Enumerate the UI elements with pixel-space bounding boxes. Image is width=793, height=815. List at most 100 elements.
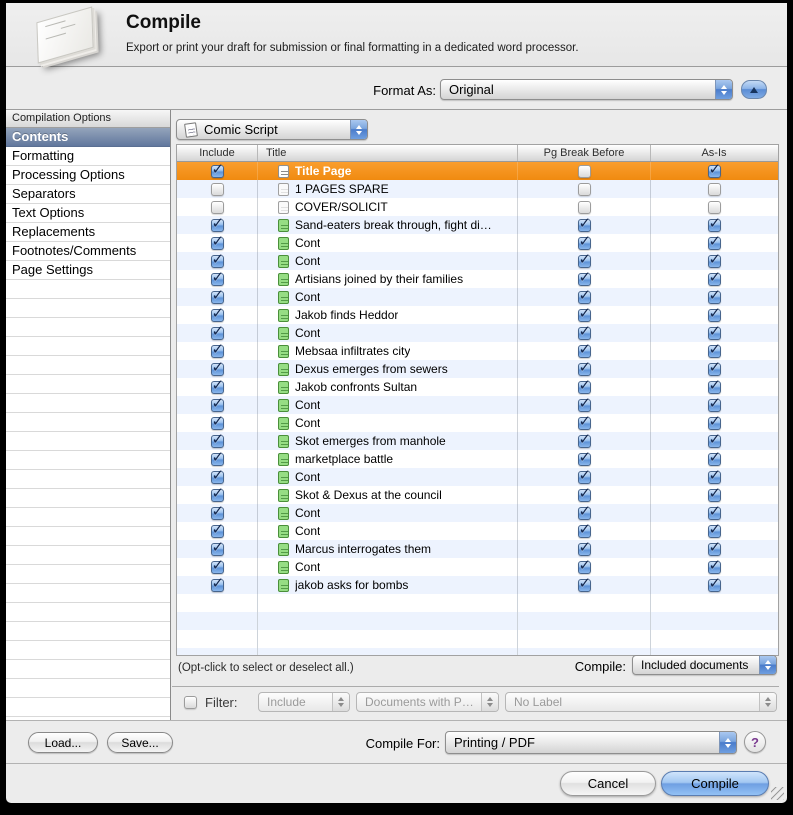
table-row[interactable]: Jakob confronts Sultan <box>177 378 778 396</box>
table-body[interactable]: Title Page1 PAGES SPARECOVER/SOLICITSand… <box>177 162 778 655</box>
group-selector-popup[interactable]: Comic Script <box>176 119 368 140</box>
as-is-checkbox[interactable] <box>708 201 721 214</box>
table-row[interactable]: Cont <box>177 504 778 522</box>
table-row[interactable]: Mebsaa infiltrates city <box>177 342 778 360</box>
table-row[interactable]: Cont <box>177 468 778 486</box>
as-is-checkbox[interactable] <box>708 543 721 556</box>
table-row[interactable]: Sand-eaters break through, fight di… <box>177 216 778 234</box>
pg-break-checkbox[interactable] <box>578 489 591 502</box>
column-header-title[interactable]: Title <box>258 145 518 161</box>
table-row[interactable]: COVER/SOLICIT <box>177 198 778 216</box>
pg-break-checkbox[interactable] <box>578 273 591 286</box>
include-checkbox[interactable] <box>211 399 224 412</box>
table-row[interactable]: Cont <box>177 234 778 252</box>
as-is-checkbox[interactable] <box>708 399 721 412</box>
table-row[interactable]: jakob asks for bombs <box>177 576 778 594</box>
pg-break-checkbox[interactable] <box>578 165 591 178</box>
as-is-checkbox[interactable] <box>708 183 721 196</box>
table-row[interactable]: Cont <box>177 558 778 576</box>
include-checkbox[interactable] <box>211 183 224 196</box>
pg-break-checkbox[interactable] <box>578 471 591 484</box>
pg-break-checkbox[interactable] <box>578 561 591 574</box>
include-checkbox[interactable] <box>211 525 224 538</box>
include-checkbox[interactable] <box>211 507 224 520</box>
sidebar-item-footnotes-comments[interactable]: Footnotes/Comments <box>6 242 170 261</box>
pg-break-checkbox[interactable] <box>578 507 591 520</box>
as-is-checkbox[interactable] <box>708 453 721 466</box>
table-row[interactable]: marketplace battle <box>177 450 778 468</box>
include-checkbox[interactable] <box>211 417 224 430</box>
table-row[interactable]: Cont <box>177 414 778 432</box>
table-row[interactable]: Cont <box>177 252 778 270</box>
as-is-checkbox[interactable] <box>708 237 721 250</box>
table-row[interactable]: Artisians joined by their families <box>177 270 778 288</box>
pg-break-checkbox[interactable] <box>578 183 591 196</box>
table-row[interactable]: Cont <box>177 522 778 540</box>
include-checkbox[interactable] <box>211 453 224 466</box>
include-checkbox[interactable] <box>211 165 224 178</box>
pg-break-checkbox[interactable] <box>578 525 591 538</box>
pg-break-checkbox[interactable] <box>578 237 591 250</box>
include-checkbox[interactable] <box>211 489 224 502</box>
pg-break-checkbox[interactable] <box>578 219 591 232</box>
pg-break-checkbox[interactable] <box>578 309 591 322</box>
filter-field-popup[interactable]: Include <box>258 692 350 712</box>
as-is-checkbox[interactable] <box>708 363 721 376</box>
sidebar-item-text-options[interactable]: Text Options <box>6 204 170 223</box>
format-as-popup[interactable]: Original <box>440 79 733 100</box>
compile-for-popup[interactable]: Printing / PDF <box>445 731 737 754</box>
table-row[interactable]: Marcus interrogates them <box>177 540 778 558</box>
as-is-checkbox[interactable] <box>708 579 721 592</box>
as-is-checkbox[interactable] <box>708 435 721 448</box>
column-header-pg-break-before[interactable]: Pg Break Before <box>518 145 651 161</box>
table-row[interactable]: Dexus emerges from sewers <box>177 360 778 378</box>
as-is-checkbox[interactable] <box>708 561 721 574</box>
include-checkbox[interactable] <box>211 471 224 484</box>
table-row[interactable]: Jakob finds Heddor <box>177 306 778 324</box>
load-button[interactable]: Load... <box>28 732 98 753</box>
include-checkbox[interactable] <box>211 327 224 340</box>
pg-break-checkbox[interactable] <box>578 291 591 304</box>
sidebar-item-replacements[interactable]: Replacements <box>6 223 170 242</box>
include-checkbox[interactable] <box>211 435 224 448</box>
sidebar-item-contents[interactable]: Contents <box>6 128 170 147</box>
table-row[interactable]: Cont <box>177 396 778 414</box>
pg-break-checkbox[interactable] <box>578 381 591 394</box>
filter-label-popup[interactable]: No Label <box>505 692 777 712</box>
as-is-checkbox[interactable] <box>708 309 721 322</box>
include-checkbox[interactable] <box>211 255 224 268</box>
include-checkbox[interactable] <box>211 363 224 376</box>
save-button[interactable]: Save... <box>107 732 173 753</box>
as-is-checkbox[interactable] <box>708 345 721 358</box>
pg-break-checkbox[interactable] <box>578 417 591 430</box>
pg-break-checkbox[interactable] <box>578 255 591 268</box>
table-row[interactable]: Skot & Dexus at the council <box>177 486 778 504</box>
pg-break-checkbox[interactable] <box>578 327 591 340</box>
as-is-checkbox[interactable] <box>708 219 721 232</box>
table-row[interactable]: 1 PAGES SPARE <box>177 180 778 198</box>
filter-criteria-popup[interactable]: Documents with Progress <box>356 692 499 712</box>
as-is-checkbox[interactable] <box>708 165 721 178</box>
column-header-as-is[interactable]: As-Is <box>651 145 777 161</box>
as-is-checkbox[interactable] <box>708 327 721 340</box>
as-is-checkbox[interactable] <box>708 525 721 538</box>
as-is-checkbox[interactable] <box>708 417 721 430</box>
cancel-button[interactable]: Cancel <box>560 771 656 796</box>
include-checkbox[interactable] <box>211 291 224 304</box>
include-checkbox[interactable] <box>211 309 224 322</box>
include-checkbox[interactable] <box>211 381 224 394</box>
pg-break-checkbox[interactable] <box>578 345 591 358</box>
as-is-checkbox[interactable] <box>708 255 721 268</box>
as-is-checkbox[interactable] <box>708 381 721 394</box>
sidebar-item-page-settings[interactable]: Page Settings <box>6 261 170 280</box>
compile-scope-popup[interactable]: Included documents <box>632 655 777 675</box>
as-is-checkbox[interactable] <box>708 471 721 484</box>
pg-break-checkbox[interactable] <box>578 453 591 466</box>
as-is-checkbox[interactable] <box>708 489 721 502</box>
pg-break-checkbox[interactable] <box>578 543 591 556</box>
sidebar-item-formatting[interactable]: Formatting <box>6 147 170 166</box>
include-checkbox[interactable] <box>211 201 224 214</box>
table-row[interactable]: Title Page <box>177 162 778 180</box>
help-button[interactable]: ? <box>744 731 766 753</box>
include-checkbox[interactable] <box>211 273 224 286</box>
